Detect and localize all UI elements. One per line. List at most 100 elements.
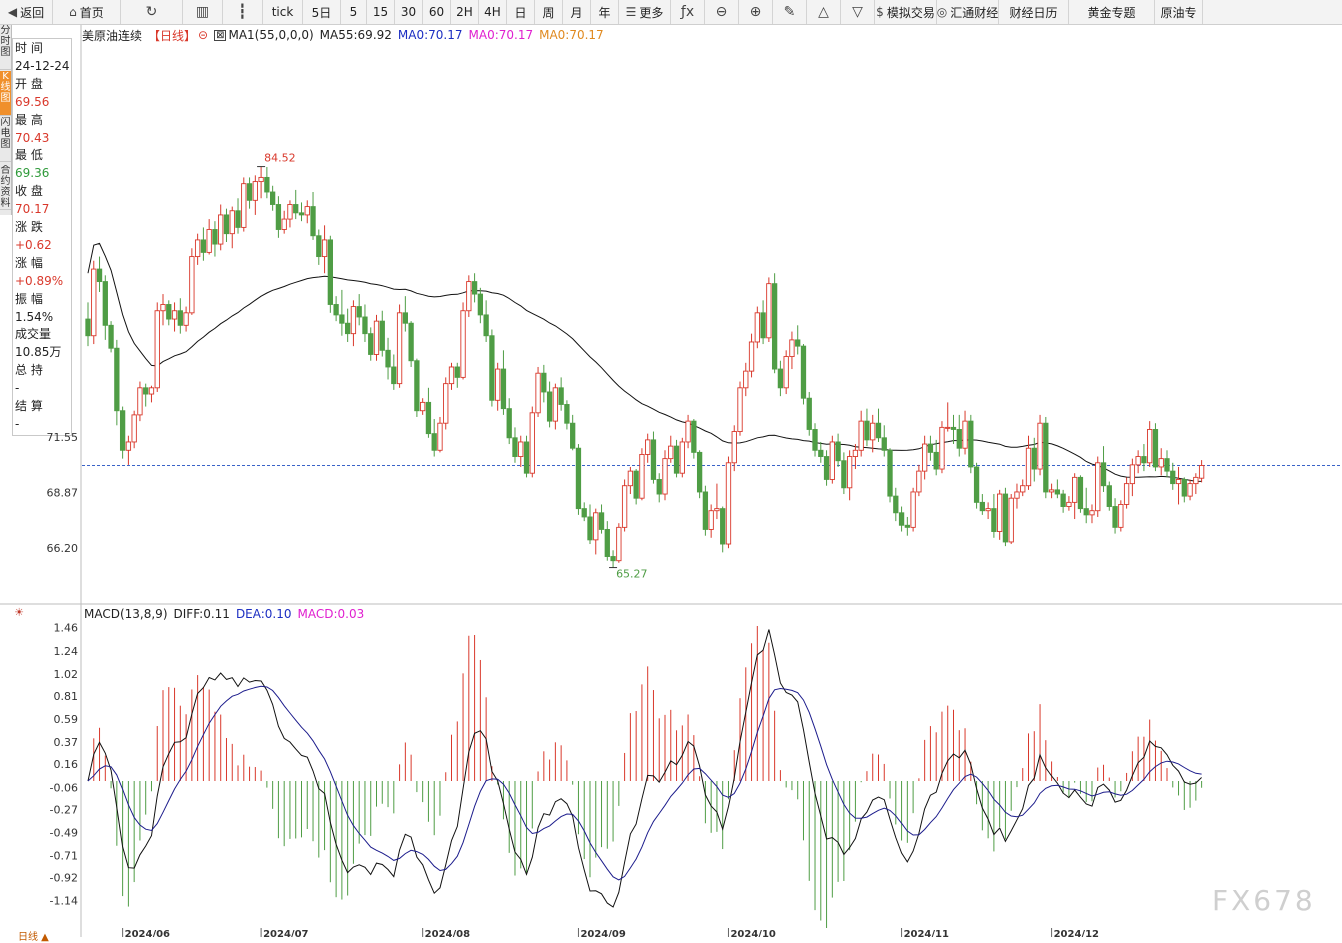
toolbar-label: 模拟交易 [886, 5, 935, 20]
toolbar-button-6[interactable]: 5日 [303, 0, 341, 24]
candle-body [316, 235, 322, 258]
toolbar-button-25[interactable]: ◎ 汇通财经 [937, 0, 999, 24]
candle-body [898, 512, 905, 526]
info-row: 69.36 [15, 166, 50, 181]
candle-body [287, 204, 293, 220]
toolbar-button-1[interactable]: ⌂ 首页 [53, 0, 121, 24]
candle-body [702, 491, 709, 530]
candle-body [339, 314, 345, 324]
side-tab-2[interactable]: 闪电图 [0, 117, 11, 162]
toolbar-button-26[interactable]: 财经日历 [999, 0, 1069, 24]
candle-body [414, 360, 420, 412]
toolbar-button-3[interactable]: ▥ [183, 0, 223, 24]
candle-body [489, 335, 495, 401]
toolbar-label: tick [271, 5, 294, 19]
macd-tick-label: 1.02 [54, 668, 79, 681]
chart-canvas[interactable]: ☀ 71.5568.8766.20 84.5265.27 1.461.241.0… [0, 0, 1342, 937]
high-label: 84.52 [264, 152, 296, 165]
candle-body [212, 229, 218, 245]
toolbar-button-17[interactable]: ☰ 更多 [619, 0, 671, 24]
candle-body [881, 437, 887, 451]
toolbar-button-27[interactable]: 黄金专题 [1069, 0, 1155, 24]
candle-body [991, 508, 997, 532]
candle-body [229, 210, 235, 235]
candle-body [1083, 508, 1089, 516]
side-tab-3[interactable]: 合约资料 [0, 165, 11, 210]
info-row: 最 高 [15, 112, 43, 127]
settings-icon[interactable]: ⊝ [198, 28, 208, 42]
toolbar-button-15[interactable]: 月 [563, 0, 591, 24]
toolbar-button-19[interactable]: ⊖ [705, 0, 739, 24]
ma55-value: MA55:69.92 [319, 28, 392, 42]
toolbar-button-4[interactable]: ┇ [223, 0, 263, 24]
candle-body [795, 339, 801, 347]
candle-body [852, 449, 859, 457]
toolbar-button-18[interactable]: ƒx [671, 0, 705, 24]
toolbar-label: 4H [484, 5, 501, 19]
candle-body [1158, 458, 1164, 468]
info-row: 1.54% [15, 309, 54, 324]
info-row: 收 盘 [15, 184, 43, 199]
toolbar-button-21[interactable]: ✎ [773, 0, 807, 24]
toolbar-label: 原油专 [1160, 5, 1197, 20]
info-row: 最 低 [15, 148, 43, 163]
ma1-label: MA1(55,0,0,0) [228, 28, 314, 42]
candle-body [725, 462, 732, 545]
candle-body [396, 312, 403, 385]
candle-body [327, 239, 333, 305]
toolbar-button-24[interactable]: $ 模拟交易 [875, 0, 937, 24]
toolbar-button-11[interactable]: 2H [451, 0, 479, 24]
candle-body [875, 422, 882, 439]
side-tab-1[interactable]: K线图 [0, 71, 11, 116]
side-tab-0[interactable]: 分时图 [0, 25, 11, 70]
candle-body [523, 441, 530, 474]
candle-body [893, 495, 899, 514]
candle-body [546, 391, 553, 422]
info-row: 成交量 [15, 327, 52, 342]
candle-body [477, 293, 484, 316]
chart-frame: ☀ [0, 25, 1342, 937]
toolbar-button-10[interactable]: 60 [423, 0, 451, 24]
toolbar-button-12[interactable]: 4H [479, 0, 507, 24]
candle-body [841, 460, 847, 489]
diff-line [87, 629, 1202, 908]
candle-body [1014, 491, 1020, 499]
candle-body [448, 366, 455, 385]
candle-body [714, 508, 720, 512]
candle-body [771, 283, 778, 370]
candle-body [598, 512, 605, 530]
info-row: 开 盘 [15, 76, 43, 91]
candle-body [720, 508, 726, 545]
toolbar-button-8[interactable]: 15 [367, 0, 395, 24]
toolbar-button-28[interactable]: 原油专 [1155, 0, 1203, 24]
candle-body [293, 204, 299, 214]
candle-body [789, 339, 795, 358]
toolbar-button-22[interactable]: △ [807, 0, 841, 24]
candle-body [96, 268, 103, 283]
toolbar-button-23[interactable]: ▽ [841, 0, 875, 24]
candle-body [269, 191, 276, 205]
toolbar-button-16[interactable]: 年 [591, 0, 619, 24]
toolbar-label: 周 [542, 5, 555, 20]
date-tick-label: 2024/09 [580, 929, 625, 937]
candle-body [425, 401, 432, 435]
candle-body [708, 510, 714, 530]
toolbar-button-5[interactable]: tick [263, 0, 303, 24]
toolbar-button-9[interactable]: 30 [395, 0, 423, 24]
toolbar-button-14[interactable]: 周 [535, 0, 563, 24]
toolbar-button-7[interactable]: 5 [341, 0, 367, 24]
macd-value: MACD:0.03 [297, 607, 365, 621]
toolbar-button-13[interactable]: 日 [507, 0, 535, 24]
toolbar-button-2[interactable]: ↻ [121, 0, 183, 24]
toolbar-button-0[interactable]: ◀ 返回 [0, 0, 53, 24]
candle-body [275, 204, 282, 230]
candle-body [1089, 510, 1095, 516]
indicator-toggle-icon[interactable]: ⊠ [214, 29, 227, 41]
toolbar-label: 首页 [79, 5, 104, 20]
toolbar-button-20[interactable]: ⊕ [739, 0, 773, 24]
macd-diff: DIFF:0.11 [173, 607, 230, 621]
back-arrow-icon: ◀ [7, 5, 18, 19]
bottom-period-tab[interactable]: 日线 ▲ [18, 928, 49, 943]
candle-body [119, 410, 126, 451]
macd-tick-label: 0.16 [54, 758, 79, 771]
